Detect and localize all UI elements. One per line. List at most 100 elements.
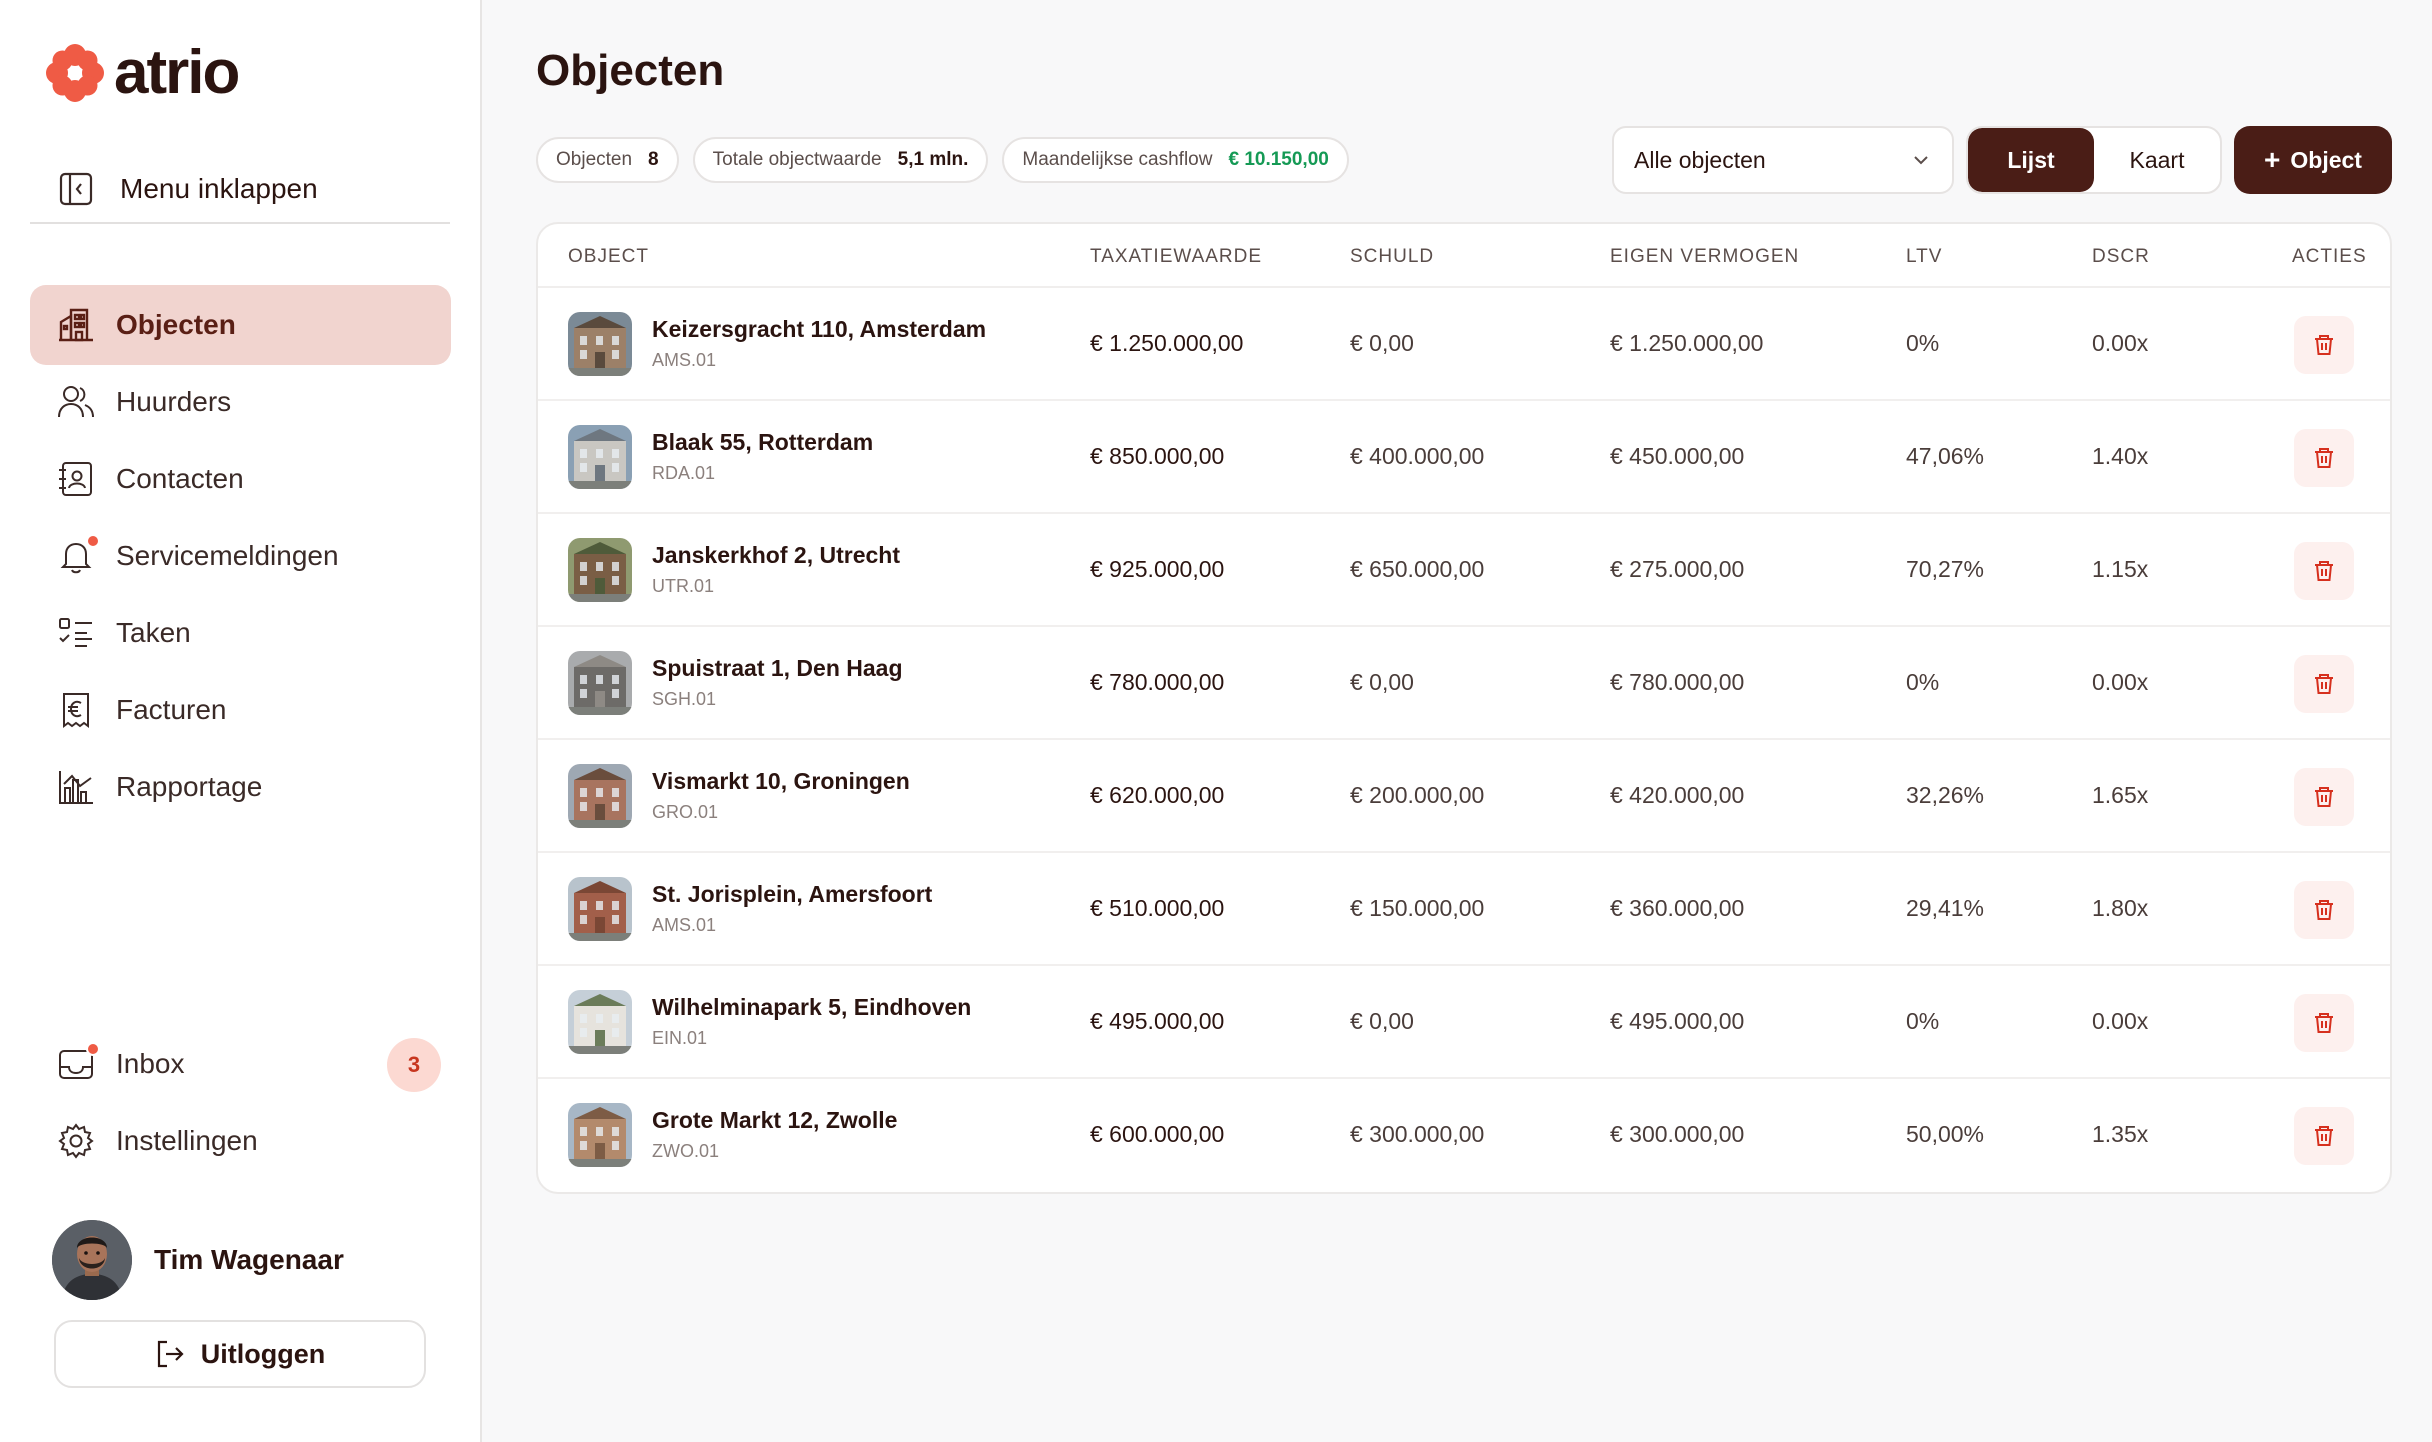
- object-name[interactable]: Vismarkt 10, Groningen: [652, 768, 910, 795]
- header-valuation[interactable]: TAXATIEWAARDE: [1090, 246, 1262, 268]
- sidebar-item-huurders[interactable]: Huurders: [30, 362, 451, 442]
- ltv-cell: 32,26%: [1906, 782, 1985, 808]
- bell-icon: [56, 534, 100, 576]
- sidebar-item-rapportage[interactable]: Rapportage: [30, 747, 451, 827]
- flower-logo-icon: [44, 42, 106, 104]
- avatar: [52, 1220, 132, 1300]
- object-name[interactable]: Spuistraat 1, Den Haag: [652, 655, 903, 682]
- sidebar-item-taken[interactable]: Taken: [30, 593, 451, 673]
- logout-label: Uitloggen: [200, 1338, 326, 1369]
- logo[interactable]: atrio: [44, 38, 240, 108]
- table-row[interactable]: Wilhelminapark 5, Eindhoven EIN.01 € 495…: [538, 966, 2390, 1079]
- object-filter-select[interactable]: Alle objecten: [1612, 126, 1954, 194]
- summary-chips: Objecten 8 Totale objectwaarde 5,1 mln. …: [536, 137, 1349, 183]
- notification-dot: [86, 1042, 100, 1056]
- user-name: Tim Wagenaar: [154, 1244, 344, 1275]
- object-name[interactable]: Blaak 55, Rotterdam: [652, 429, 873, 456]
- objects-table: OBJECT TAXATIEWAARDE SCHULD EIGEN VERMOG…: [536, 222, 2392, 1194]
- sidebar-item-label: Instellingen: [116, 1125, 258, 1156]
- object-name[interactable]: St. Jorisplein, Amersfoort: [652, 881, 932, 908]
- table-row[interactable]: Spuistraat 1, Den Haag SGH.01 € 780.000,…: [538, 627, 2390, 740]
- ltv-cell: 29,41%: [1906, 895, 1985, 921]
- chip-label: Objecten: [556, 149, 633, 170]
- header-ltv[interactable]: LTV: [1906, 246, 1942, 268]
- bar-chart-icon: [56, 767, 96, 807]
- add-object-button[interactable]: + Object: [2234, 126, 2392, 194]
- debt-cell: € 0,00: [1350, 330, 1414, 356]
- table-row[interactable]: Grote Markt 12, Zwolle ZWO.01 € 600.000,…: [538, 1079, 2390, 1192]
- logo-text: atrio: [114, 38, 240, 107]
- delete-button[interactable]: [2294, 1107, 2354, 1165]
- inbox-icon: [56, 1042, 100, 1084]
- equity-cell: € 420.000,00: [1610, 782, 1745, 808]
- delete-button[interactable]: [2294, 655, 2354, 713]
- contact-book-icon: [56, 459, 96, 499]
- sidebar-item-objecten[interactable]: Objecten: [30, 285, 451, 365]
- trash-icon: [2312, 898, 2336, 922]
- dscr-cell: 0.00x: [2092, 1008, 2149, 1034]
- logout-button[interactable]: Uitloggen: [54, 1320, 426, 1388]
- chevron-down-icon: [1910, 149, 1932, 171]
- object-name[interactable]: Wilhelminapark 5, Eindhoven: [652, 994, 971, 1021]
- valuation-cell: € 620.000,00: [1090, 782, 1225, 808]
- object-name[interactable]: Keizersgracht 110, Amsterdam: [652, 316, 986, 343]
- table-row[interactable]: St. Jorisplein, Amersfoort AMS.01 € 510.…: [538, 853, 2390, 966]
- valuation-cell: € 850.000,00: [1090, 443, 1225, 469]
- view-toggle: Lijst Kaart: [1966, 126, 2222, 194]
- delete-button[interactable]: [2294, 542, 2354, 600]
- sidebar-item-contacten[interactable]: Contacten: [30, 439, 451, 519]
- object-name[interactable]: Grote Markt 12, Zwolle: [652, 1107, 897, 1134]
- valuation-cell: € 780.000,00: [1090, 669, 1225, 695]
- table-row[interactable]: Blaak 55, Rotterdam RDA.01 € 850.000,00 …: [538, 401, 2390, 514]
- sidebar-item-label: Objecten: [116, 309, 236, 340]
- delete-button[interactable]: [2294, 768, 2354, 826]
- chip-value: € 10.150,00: [1228, 149, 1329, 170]
- building-icon: [56, 305, 96, 345]
- dscr-cell: 1.40x: [2092, 443, 2149, 469]
- list-view-button[interactable]: Lijst: [1968, 128, 2094, 192]
- chip-value: 5,1 mln.: [897, 149, 969, 170]
- sidebar-collapse-icon: [56, 169, 96, 209]
- trash-icon: [2312, 1011, 2336, 1035]
- header-dscr[interactable]: DSCR: [2092, 246, 2150, 268]
- add-object-label: Object: [2290, 146, 2362, 173]
- object-name[interactable]: Janskerkhof 2, Utrecht: [652, 542, 900, 569]
- collapse-menu-button[interactable]: Menu inklappen: [30, 156, 450, 224]
- header-object[interactable]: OBJECT: [568, 246, 649, 268]
- table-row[interactable]: Keizersgracht 110, Amsterdam AMS.01 € 1.…: [538, 288, 2390, 401]
- dscr-cell: 1.80x: [2092, 895, 2149, 921]
- sidebar-item-label: Contacten: [116, 463, 244, 494]
- sidebar-item-facturen[interactable]: Facturen: [30, 670, 451, 750]
- table-row[interactable]: Vismarkt 10, Groningen GRO.01 € 620.000,…: [538, 740, 2390, 853]
- chip-value: 8: [648, 149, 659, 170]
- map-view-button[interactable]: Kaart: [2094, 128, 2220, 192]
- delete-button[interactable]: [2294, 316, 2354, 374]
- header-debt[interactable]: SCHULD: [1350, 246, 1434, 268]
- debt-cell: € 150.000,00: [1350, 895, 1485, 921]
- debt-cell: € 0,00: [1350, 1008, 1414, 1034]
- trash-icon: [2312, 1124, 2336, 1148]
- property-thumbnail: [568, 990, 632, 1054]
- user-profile[interactable]: Tim Wagenaar: [52, 1220, 344, 1300]
- delete-button[interactable]: [2294, 994, 2354, 1052]
- valuation-cell: € 925.000,00: [1090, 556, 1225, 582]
- ltv-cell: 70,27%: [1906, 556, 1985, 582]
- debt-cell: € 300.000,00: [1350, 1121, 1485, 1147]
- table-row[interactable]: Janskerkhof 2, Utrecht UTR.01 € 925.000,…: [538, 514, 2390, 627]
- sidebar-item-inbox[interactable]: Inbox 3: [30, 1024, 451, 1104]
- notification-dot: [86, 534, 100, 548]
- sidebar-item-label: Huurders: [116, 386, 232, 417]
- object-code: UTR.01: [652, 576, 715, 596]
- sidebar-item-label: Inbox: [116, 1048, 185, 1079]
- header-equity[interactable]: EIGEN VERMOGEN: [1610, 246, 1799, 268]
- sidebar-item-servicemeldingen[interactable]: Servicemeldingen: [30, 516, 451, 596]
- equity-cell: € 495.000,00: [1610, 1008, 1745, 1034]
- delete-button[interactable]: [2294, 429, 2354, 487]
- main-content: Objecten Objecten 8 Totale objectwaarde …: [484, 0, 2432, 1442]
- delete-button[interactable]: [2294, 881, 2354, 939]
- secondary-nav: Inbox 3 Instellingen: [30, 1024, 451, 1178]
- sidebar-item-instellingen[interactable]: Instellingen: [30, 1101, 451, 1181]
- dscr-cell: 1.35x: [2092, 1121, 2149, 1147]
- users-icon: [56, 382, 96, 422]
- object-code: AMS.01: [652, 915, 717, 935]
